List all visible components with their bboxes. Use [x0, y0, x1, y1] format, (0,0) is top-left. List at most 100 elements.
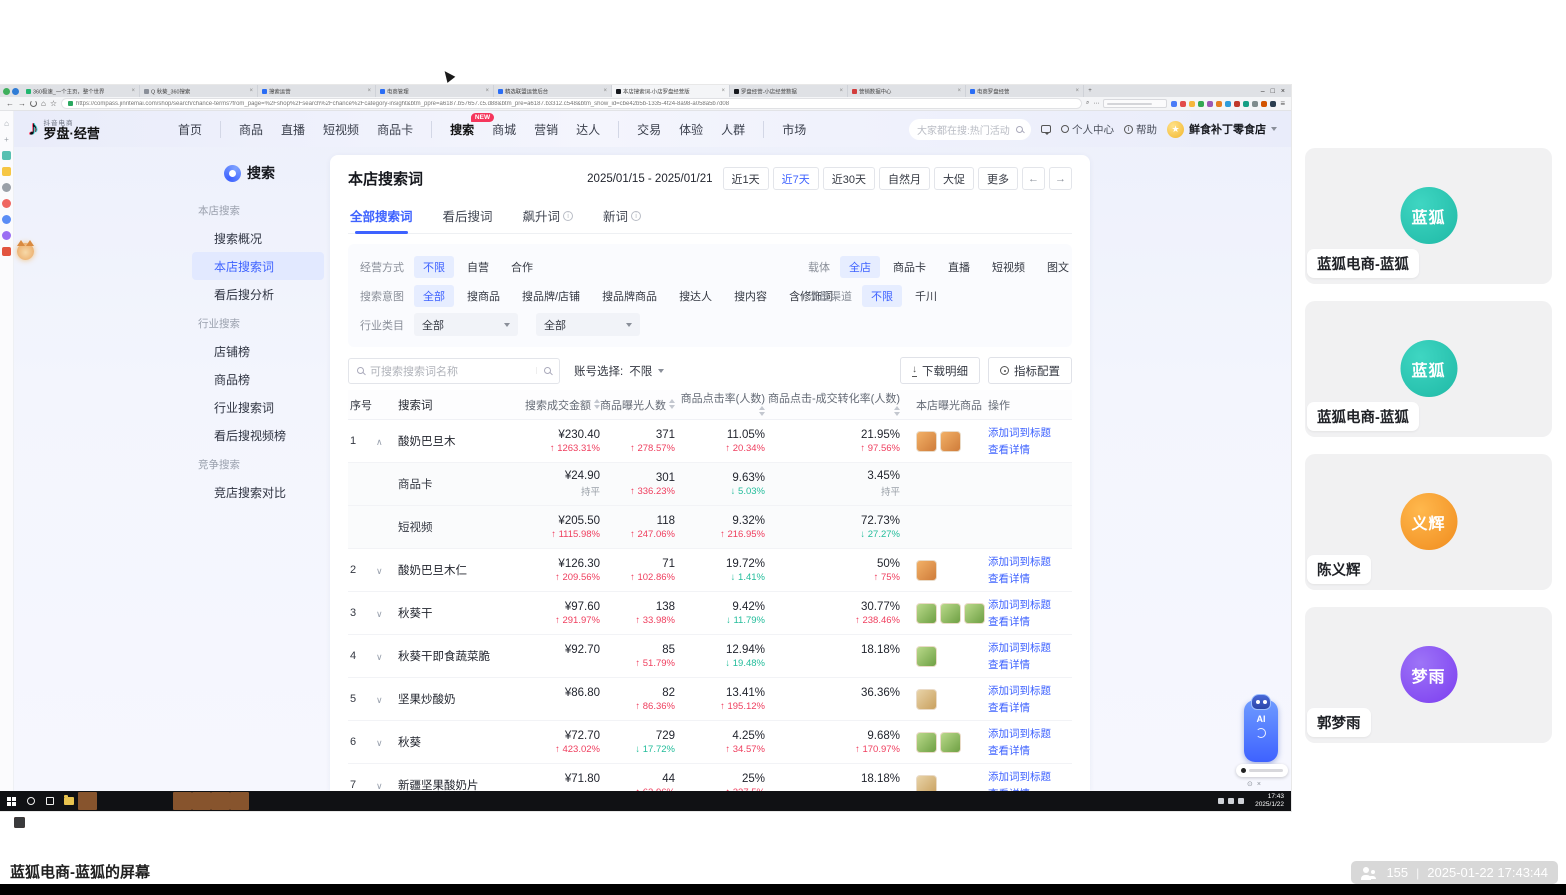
nav-item[interactable]: 商城: [492, 121, 516, 138]
prev-period-button[interactable]: ←: [1022, 167, 1045, 190]
side-strip-icon[interactable]: [2, 151, 11, 160]
extension-icon[interactable]: [1198, 100, 1205, 107]
sidebar-item[interactable]: 行业搜索词: [192, 393, 324, 421]
range-button[interactable]: 更多: [978, 167, 1018, 190]
add-word-to-title-link[interactable]: 添加词到标题: [988, 640, 1062, 655]
product-thumbnail[interactable]: [940, 731, 961, 753]
tab-close-icon[interactable]: ×: [839, 88, 843, 94]
browser-tab[interactable]: 360极速_一个主页，整个世界 ×: [22, 85, 140, 97]
extension-icon[interactable]: [1207, 100, 1214, 107]
tray-icon[interactable]: [1238, 798, 1245, 804]
filter-chip[interactable]: 搜商品: [458, 285, 509, 307]
sidebar-item[interactable]: 看后搜分析: [192, 280, 324, 308]
taskbar-icon[interactable]: [21, 792, 40, 810]
more-options-icon[interactable]: ⋯: [1093, 100, 1099, 107]
nav-item[interactable]: 短视频: [323, 121, 359, 138]
taskbar-icon[interactable]: [14, 792, 192, 828]
taskbar-icon[interactable]: [14, 792, 230, 828]
taskbar-icon[interactable]: [59, 792, 78, 810]
product-thumbnail[interactable]: [916, 688, 937, 710]
product-thumbnail[interactable]: [916, 774, 937, 791]
browser-tab[interactable]: 搜索运营 ×: [258, 85, 376, 97]
filter-chip[interactable]: 搜达人: [670, 285, 721, 307]
address-notice-pill[interactable]: [1103, 99, 1168, 108]
expand-toggle[interactable]: [376, 733, 398, 751]
taskbar-icon[interactable]: [14, 792, 135, 828]
word-tab[interactable]: 飙升词: [521, 202, 576, 233]
side-strip-icon[interactable]: +: [2, 135, 11, 144]
keyword-search-input[interactable]: 可搜索搜索词名称: [348, 357, 560, 384]
nav-item[interactable]: 商品卡: [377, 121, 413, 138]
sidebar-item[interactable]: 商品榜: [192, 365, 324, 393]
next-period-button[interactable]: →: [1049, 167, 1072, 190]
product-thumbnail[interactable]: [916, 559, 937, 581]
browser-tab[interactable]: 电商管理 ×: [376, 85, 494, 97]
ai-mini-controls[interactable]: ⊙×: [1247, 780, 1265, 788]
side-strip-icon[interactable]: [2, 183, 11, 192]
nav-item[interactable]: 达人: [576, 121, 600, 138]
browser-tab[interactable]: 精选联盟运营后台 ×: [494, 85, 612, 97]
new-tab-button[interactable]: +: [1084, 85, 1096, 97]
sidebar-item[interactable]: 店铺榜: [192, 337, 324, 365]
taskbar-icon[interactable]: [14, 792, 154, 828]
taskbar-icon[interactable]: [14, 792, 249, 828]
range-button[interactable]: 大促: [934, 167, 974, 190]
extension-icon[interactable]: [1216, 100, 1223, 107]
tab-close-icon[interactable]: ×: [485, 88, 489, 94]
nav-item[interactable]: 搜索 NEW: [431, 112, 495, 138]
refresh-icon[interactable]: [30, 100, 37, 107]
range-button[interactable]: 近1天: [722, 167, 769, 190]
extension-icon[interactable]: [1234, 100, 1241, 107]
filter-chip[interactable]: 搜品牌商品: [593, 285, 666, 307]
category-select-1[interactable]: 全部: [414, 313, 518, 336]
product-thumbnail[interactable]: [940, 430, 961, 452]
taskbar-icon[interactable]: [2, 792, 21, 810]
extension-icon[interactable]: [1243, 100, 1250, 107]
minimize-button[interactable]: –: [1261, 88, 1265, 95]
product-thumbnail[interactable]: [916, 645, 937, 667]
col-header-ctr[interactable]: 商品点击率(人数): [675, 390, 765, 419]
fox-pet-icon[interactable]: [17, 240, 34, 260]
range-button[interactable]: 近7天: [772, 167, 819, 190]
tab-close-icon[interactable]: ×: [249, 88, 253, 94]
side-strip-icon[interactable]: [2, 199, 11, 208]
range-button[interactable]: 近30天: [822, 167, 875, 190]
nav-item[interactable]: 体验: [679, 121, 703, 138]
extension-icon[interactable]: [1189, 100, 1196, 107]
filter-chip[interactable]: 商品卡: [884, 256, 935, 278]
expand-toggle[interactable]: [376, 647, 398, 665]
product-thumbnail[interactable]: [964, 602, 985, 624]
sidebar-item[interactable]: 竞店搜索对比: [192, 478, 324, 506]
taskbar-icon[interactable]: [14, 792, 211, 828]
filter-chip[interactable]: 千川: [906, 285, 946, 307]
taskbar-icon[interactable]: [14, 792, 97, 828]
expand-toggle[interactable]: [376, 561, 398, 579]
product-thumbnail[interactable]: [916, 731, 937, 753]
participant-card[interactable]: 蓝狐 蓝狐电商-蓝狐: [1305, 301, 1552, 437]
tab-close-icon[interactable]: ×: [957, 88, 961, 94]
home-icon[interactable]: ⌂: [41, 99, 46, 108]
filter-chip[interactable]: 图文: [1038, 256, 1078, 278]
extension-icon[interactable]: [1270, 100, 1277, 107]
global-search-input[interactable]: 大家都在搜:热门活动: [909, 118, 1031, 140]
browser-tab[interactable]: 营销数据中心 ×: [848, 85, 966, 97]
col-header-gmv[interactable]: 搜索成交金额: [510, 397, 600, 413]
view-detail-link[interactable]: 查看详情: [988, 700, 1062, 715]
store-switcher[interactable]: ★ 鲜食补丁零食店: [1167, 120, 1277, 138]
filter-chip[interactable]: 自营: [458, 256, 498, 278]
tray-icon[interactable]: [1218, 798, 1225, 804]
expand-toggle[interactable]: [376, 690, 398, 708]
sidebar-item[interactable]: 本店搜索词: [192, 252, 324, 280]
browser-tab[interactable]: Q 秋葵_360搜索 ×: [140, 85, 258, 97]
browser-tab[interactable]: 罗盘经营-小店经营数据 ×: [730, 85, 848, 97]
filter-chip[interactable]: 全部: [414, 284, 454, 307]
tab-close-icon[interactable]: ×: [721, 88, 725, 94]
participant-card[interactable]: 梦雨 郭梦雨: [1305, 607, 1552, 743]
sidebar-item[interactable]: 搜索概况: [192, 224, 324, 252]
tab-close-icon[interactable]: ×: [1075, 88, 1079, 94]
taskbar-icon[interactable]: [40, 792, 59, 810]
search-submit[interactable]: [536, 367, 551, 374]
product-thumbnail[interactable]: [916, 602, 937, 624]
taskbar-icon[interactable]: [14, 792, 116, 828]
extension-icon[interactable]: [1180, 100, 1187, 107]
